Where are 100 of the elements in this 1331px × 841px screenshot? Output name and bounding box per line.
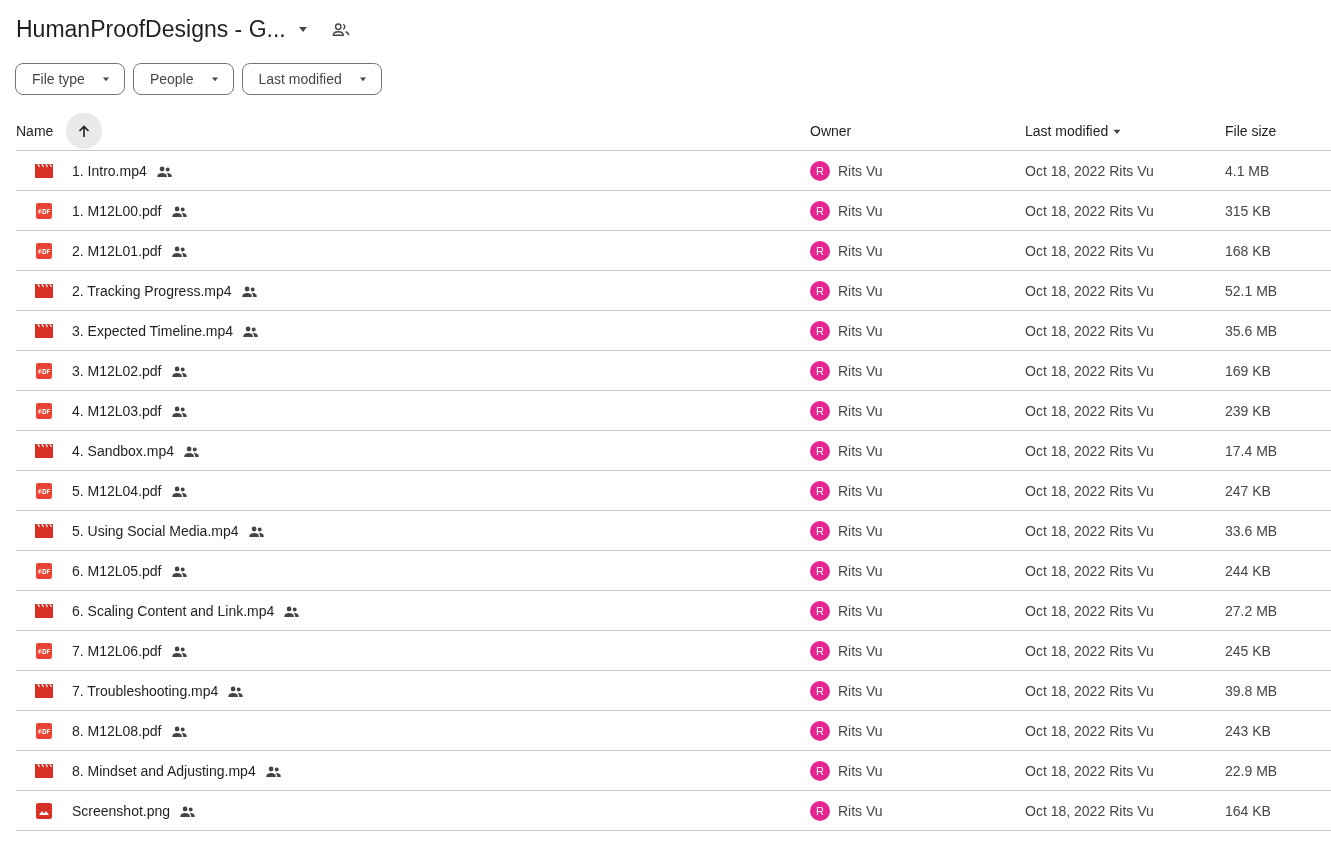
modified-by: Rits Vu: [1109, 762, 1154, 779]
owner-avatar: R: [810, 240, 830, 261]
file-name[interactable]: Screenshot.png: [72, 802, 171, 819]
file-name[interactable]: 3. Expected Timeline.mp4: [72, 322, 234, 339]
film-clapper-icon: [35, 523, 53, 538]
modified-date: Oct 18, 2022: [1025, 642, 1106, 659]
file-name[interactable]: 4. Sandbox.mp4: [72, 442, 174, 459]
modified-by: Rits Vu: [1109, 802, 1154, 819]
modified-date: Oct 18, 2022: [1025, 562, 1106, 579]
owner-avatar: R: [810, 680, 830, 701]
film-clapper-icon: [35, 603, 53, 618]
modified-date: Oct 18, 2022: [1025, 362, 1106, 379]
owner-avatar: R: [810, 440, 830, 461]
owner-avatar: R: [810, 720, 830, 741]
modified-date: Oct 18, 2022: [1025, 762, 1106, 779]
file-name[interactable]: 2. M12L01.pdf: [72, 242, 162, 259]
file-size: 17.4 MB: [1225, 442, 1278, 459]
file-size: 245 KB: [1225, 642, 1271, 659]
column-header[interactable]: File size: [1225, 123, 1277, 139]
modified-date: Oct 18, 2022: [1025, 682, 1106, 699]
owner-name: Rits Vu: [838, 362, 883, 379]
modified-date: Oct 18, 2022: [1025, 162, 1106, 179]
file-size: 169 KB: [1225, 362, 1271, 379]
film-clapper-icon: [35, 163, 53, 178]
owner-name: Rits Vu: [838, 762, 883, 779]
file-size: 164 KB: [1225, 802, 1271, 819]
file-name[interactable]: 5. M12L04.pdf: [72, 482, 162, 499]
modified-by: Rits Vu: [1109, 402, 1154, 419]
modified-by: Rits Vu: [1109, 722, 1154, 739]
filter-chip[interactable]: Last modified: [241, 63, 382, 95]
file-size: 33.6 MB: [1225, 522, 1278, 539]
filter-chip[interactable]: File type: [15, 63, 125, 95]
file-size: 239 KB: [1225, 402, 1271, 419]
modified-date: Oct 18, 2022: [1025, 722, 1106, 739]
owner-name: Rits Vu: [838, 282, 883, 299]
column-header[interactable]: Name: [16, 123, 54, 139]
file-name[interactable]: 1. Intro.mp4: [72, 162, 147, 179]
owner-avatar: R: [810, 280, 830, 301]
owner-name: Rits Vu: [838, 482, 883, 499]
owner-avatar: R: [810, 160, 830, 181]
owner-avatar: R: [810, 360, 830, 381]
owner-name: Rits Vu: [838, 642, 883, 659]
folder-title[interactable]: HumanProofDesigns - G...: [16, 15, 286, 43]
modified-date: Oct 18, 2022: [1025, 282, 1106, 299]
file-name[interactable]: 6. M12L05.pdf: [72, 562, 162, 579]
modified-date: Oct 18, 2022: [1025, 322, 1106, 339]
modified-by: Rits Vu: [1109, 362, 1154, 379]
caret-icon[interactable]: [297, 25, 308, 33]
column-header[interactable]: Owner: [810, 123, 852, 139]
owner-name: Rits Vu: [838, 602, 883, 619]
pdf-file-icon: [36, 402, 52, 419]
owner-name: Rits Vu: [838, 402, 883, 419]
modified-by: Rits Vu: [1109, 522, 1154, 539]
owner-name: Rits Vu: [838, 562, 883, 579]
modified-by: Rits Vu: [1109, 562, 1154, 579]
file-size: 52.1 MB: [1225, 282, 1278, 299]
pdf-file-icon: [36, 202, 52, 219]
file-size: 243 KB: [1225, 722, 1271, 739]
modified-date: Oct 18, 2022: [1025, 602, 1106, 619]
pdf-file-icon: [36, 642, 52, 659]
sort-ascending-button[interactable]: [66, 113, 103, 149]
file-name[interactable]: 3. M12L02.pdf: [72, 362, 162, 379]
owner-avatar: R: [810, 200, 830, 221]
owner-name: Rits Vu: [838, 802, 883, 819]
file-name[interactable]: 2. Tracking Progress.mp4: [72, 282, 232, 299]
owner-avatar: R: [810, 640, 830, 661]
owner-avatar: R: [810, 400, 830, 421]
modified-by: Rits Vu: [1109, 162, 1154, 179]
file-size: 39.8 MB: [1225, 682, 1278, 699]
file-name[interactable]: 7. M12L06.pdf: [72, 642, 162, 659]
file-name[interactable]: 4. M12L03.pdf: [72, 402, 162, 419]
file-name[interactable]: 7. Troubleshooting.mp4: [72, 682, 219, 699]
image-file-icon: [36, 802, 52, 819]
owner-name: Rits Vu: [838, 162, 883, 179]
file-size: 247 KB: [1225, 482, 1271, 499]
file-name[interactable]: 6. Scaling Content and Link.mp4: [72, 602, 275, 619]
file-size: 35.6 MB: [1225, 322, 1278, 339]
owner-name: Rits Vu: [838, 682, 883, 699]
modified-by: Rits Vu: [1109, 482, 1154, 499]
file-size: 168 KB: [1225, 242, 1271, 259]
modified-by: Rits Vu: [1109, 242, 1154, 259]
file-name[interactable]: 1. M12L00.pdf: [72, 202, 162, 219]
file-size: 315 KB: [1225, 202, 1271, 219]
modified-by: Rits Vu: [1109, 322, 1154, 339]
file-name[interactable]: 8. Mindset and Adjusting.mp4: [72, 762, 256, 779]
column-header[interactable]: Last modified: [1025, 123, 1109, 139]
pdf-file-icon: [36, 242, 52, 259]
filter-chip[interactable]: People: [132, 63, 234, 95]
film-clapper-icon: [35, 683, 53, 698]
people-icon[interactable]: [331, 21, 350, 37]
file-size: 4.1 MB: [1225, 162, 1270, 179]
owner-avatar: R: [810, 600, 830, 621]
modified-by: Rits Vu: [1109, 602, 1154, 619]
modified-date: Oct 18, 2022: [1025, 442, 1106, 459]
file-name[interactable]: 8. M12L08.pdf: [72, 722, 162, 739]
pdf-file-icon: [36, 562, 52, 579]
caret-icon[interactable]: [1112, 128, 1123, 134]
owner-name: Rits Vu: [838, 442, 883, 459]
file-name[interactable]: 5. Using Social Media.mp4: [72, 522, 239, 539]
owner-avatar: R: [810, 560, 830, 581]
